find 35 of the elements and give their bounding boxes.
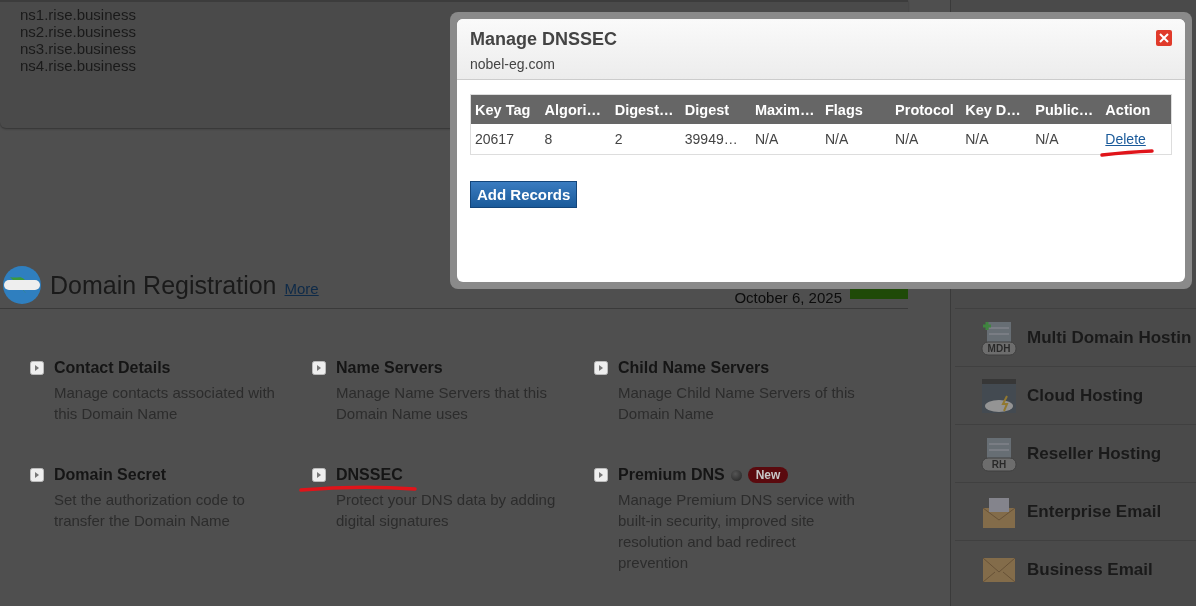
option-link[interactable]: DNSSEC: [336, 466, 403, 484]
option-link[interactable]: Premium DNS: [618, 466, 725, 484]
cloud-server-icon: [981, 377, 1017, 414]
column-header: Maxim…: [750, 94, 821, 124]
column-header: Key D…: [961, 94, 1032, 124]
option-link[interactable]: Contact Details: [54, 359, 171, 377]
expiry-date: October 6, 2025: [734, 288, 842, 306]
globe-icon: [2, 265, 42, 305]
delete-link[interactable]: Delete: [1105, 131, 1146, 147]
dialog-title: Manage DNSSEC: [470, 29, 618, 50]
table-cell: 39949…: [680, 124, 751, 155]
table-cell: 2: [610, 124, 681, 155]
table-cell: N/A: [891, 124, 962, 155]
column-header: Digest: [680, 94, 751, 124]
column-header: Action: [1101, 94, 1172, 124]
column-header: Flags: [820, 94, 892, 124]
option-link[interactable]: Name Servers: [336, 359, 443, 377]
new-badge: New: [747, 467, 789, 483]
column-header: Digest…: [610, 94, 681, 124]
table-cell: 20617: [470, 124, 541, 155]
add-records-button[interactable]: Add Records: [470, 181, 578, 208]
option-link[interactable]: Domain Secret: [54, 466, 167, 484]
table-cell: N/A: [820, 124, 892, 155]
column-header: Key Tag: [470, 94, 541, 124]
table-cell: N/A: [961, 124, 1032, 155]
domain-name-text: nobel-eg.com: [470, 56, 555, 72]
column-header: Algori…: [540, 94, 611, 124]
more-link[interactable]: More: [284, 279, 319, 297]
column-header: Protocol: [891, 94, 962, 124]
table-cell: 8: [540, 124, 611, 155]
table-cell: N/A: [1031, 124, 1102, 155]
option-link[interactable]: Child Name Servers: [618, 359, 770, 377]
table-cell: N/A: [750, 124, 821, 155]
column-header: Public…: [1031, 94, 1102, 124]
close-icon[interactable]: [1156, 30, 1172, 46]
